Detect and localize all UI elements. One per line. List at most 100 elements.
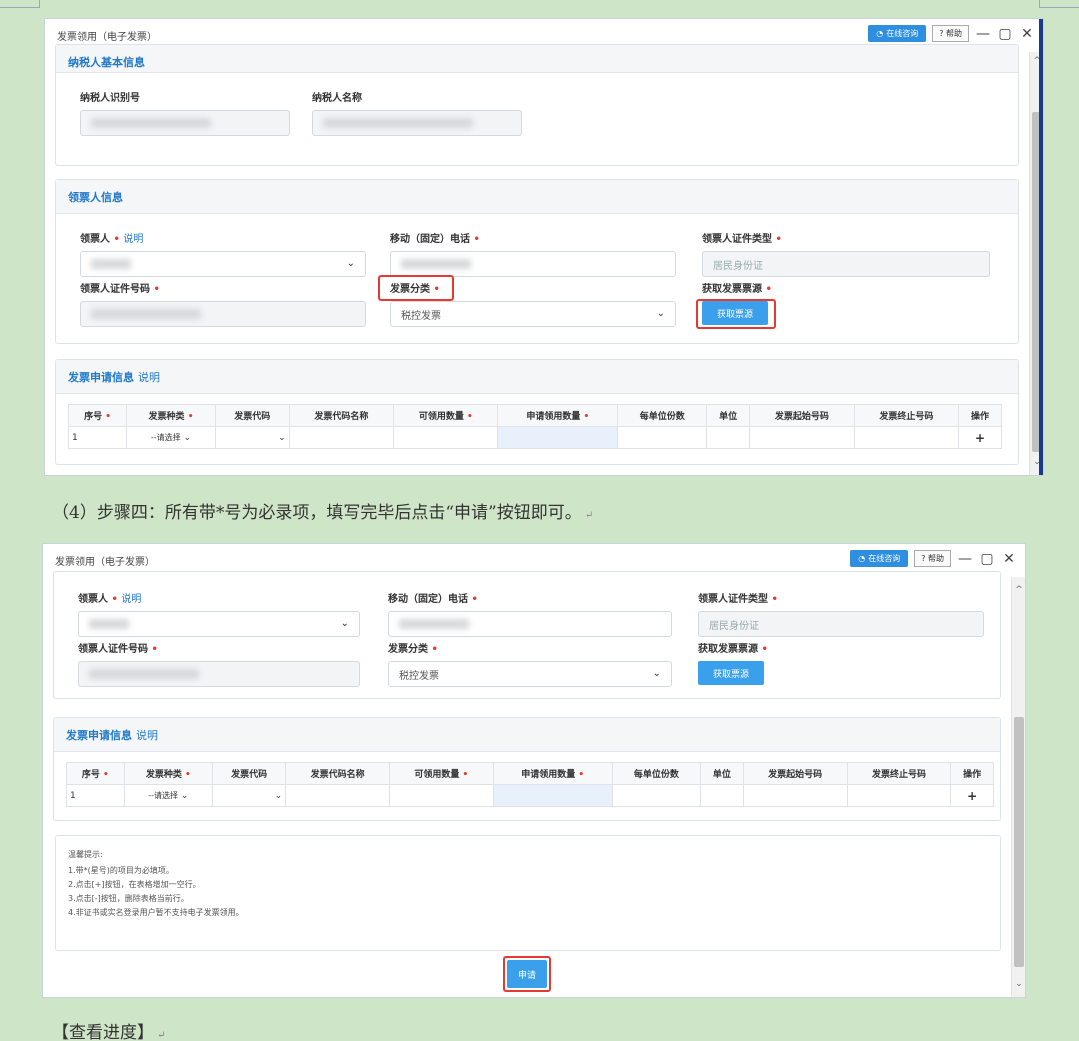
tips-item: 2.点击[+]按钮，在表格增加一空行。 [68,880,201,889]
source-label: 获取发票票源 [698,644,758,655]
scroll-down-icon[interactable]: ⌄ [1012,979,1025,989]
panel-title: 发票申请信息 [68,370,134,384]
id-type-input: 居民身份证 [698,611,984,637]
chevron-down-icon: ⌄ [278,432,286,443]
receiver-select[interactable]: ⌄ [80,251,366,277]
tips-item: 4.非证书或实名登录用户暂不支持电子发票领用。 [68,908,244,917]
highlight-box [378,275,454,301]
step-caption: （4）步骤四：所有带*号为必录项，填写完毕后点击“申请”按钮即可。 ↵ [52,503,594,523]
get-source-button[interactable]: 获取票源 [698,661,764,685]
table-cell [700,784,744,807]
table-cell [853,426,960,449]
source-field: 获取发票票源 • 获取票源 [698,640,768,685]
column-header: 发票起始号码 [742,762,848,785]
add-row-button[interactable]: + [958,426,1002,449]
chevron-down-icon: ⌄ [656,308,665,319]
taxpayer-id-input [80,110,290,136]
restore-icon[interactable]: ▢ [979,551,995,567]
phone-input[interactable] [388,611,672,637]
window-title: 发票领用（电子发票） [55,557,155,568]
table-cell [846,784,952,807]
invoice-type-select[interactable]: --请选择 ⌄ [123,784,214,807]
chevron-down-icon: ⌄ [652,668,661,679]
column-header: 操作 [958,404,1002,427]
column-header: 发票代码 [214,404,290,427]
panel-title: 纳税人基本信息 [56,45,1018,73]
column-header: 发票种类 • [123,762,214,785]
table-cell [393,426,499,449]
receiver-field: 领票人 • 说明 ⌄ [80,230,366,277]
chevron-down-icon: ⌄ [180,433,192,443]
phone-input[interactable] [390,251,676,277]
table-cell [285,784,391,807]
invoice-type-select[interactable]: --请选择 ⌄ [126,426,216,449]
id-no-label: 领票人证件号码 [80,284,150,295]
column-header: 单位 [706,404,751,427]
online-consult-button[interactable]: ◔ 在线咨询 [868,25,927,42]
column-header: 发票终止号码 [846,762,952,785]
taxpayer-panel: 纳税人基本信息 纳税人识别号 纳税人名称 [55,44,1019,166]
phone-label: 移动（固定）电话 [390,234,470,245]
headset-icon: ◔ [876,29,884,38]
receiver-select[interactable]: ⌄ [78,611,360,637]
restore-icon[interactable]: ▢ [997,26,1013,42]
next-heading: 【查看进度】 ↵ [52,1023,166,1041]
receiver-note-link[interactable]: 说明 [121,594,141,605]
id-no-field: 领票人证件号码 • [78,640,360,687]
close-icon[interactable]: ✕ [1001,551,1017,567]
receiver-note-link[interactable]: 说明 [123,234,143,245]
taxpayer-id-field: 纳税人识别号 [80,89,290,136]
window-edge [1039,19,1043,475]
column-header: 发票终止号码 [853,404,960,427]
window-body: 领票人 • 说明 ⌄ 移动（固定）电话 • 领票人证件类型 • 居民身份证 领票… [43,571,1011,997]
phone-label: 移动（固定）电话 [388,594,468,605]
add-row-button[interactable]: + [950,784,994,807]
window-body: 纳税人基本信息 纳税人识别号 纳税人名称 领票人信息 领票人 • 说明 ⌄ 移动… [45,44,1029,475]
phone-field: 移动（固定）电话 • [388,590,672,637]
taxpayer-name-input [312,110,522,136]
column-header: 发票代码名称 [285,762,391,785]
scroll-up-icon[interactable]: ^ [1012,585,1025,595]
paragraph-mark-icon: ↵ [154,1030,166,1041]
table-cell [749,426,855,449]
receiver-label: 领票人 [78,594,108,605]
apply-note-link[interactable]: 说明 [138,369,160,385]
table-cell: 1 [66,784,125,807]
category-select[interactable]: 税控发票 ⌄ [388,661,672,687]
id-no-input [80,301,366,327]
category-select[interactable]: 税控发票 ⌄ [390,301,676,327]
invoice-code-select[interactable]: ⌄ [212,784,287,807]
table-cell [389,784,494,807]
minimize-icon[interactable]: — [975,26,991,42]
minimize-icon[interactable]: — [957,551,973,567]
phone-field: 移动（固定）电话 • [390,230,676,277]
column-header: 序号 • [66,762,125,785]
chevron-down-icon: ⌄ [178,791,189,801]
tips-item: 3.点击[-]按钮，删除表格当前行。 [68,894,189,903]
apply-note-link[interactable]: 说明 [136,727,158,743]
vertical-scrollbar[interactable]: ^ ⌄ [1011,577,1025,997]
column-header: 申请领用数量 • [492,762,613,785]
apply-panel: 发票申请信息 说明 序号 • 发票种类 • 发票代码 发票代码名称 可领用数量 • 申请领用… [53,717,1001,821]
close-icon[interactable]: ✕ [1019,26,1035,42]
invoice-code-select[interactable]: ⌄ [214,426,290,449]
column-header: 发票种类 • [126,404,216,427]
column-header: 发票代码 [212,762,287,785]
category-label: 发票分类 [388,644,428,655]
paragraph-mark-icon: ↵ [581,510,594,521]
panel-title: 领票人信息 [56,180,1018,214]
id-no-label: 领票人证件号码 [78,644,148,655]
help-button[interactable]: ? 帮助 [914,550,951,567]
apply-quantity-input[interactable] [497,426,619,449]
table-row: 1 --请选择 ⌄ ⌄ + [66,784,994,807]
scroll-thumb[interactable] [1014,717,1024,967]
screenshot-2: 发票领用（电子发票） ◔ 在线咨询 ? 帮助 — ▢ ✕ 领票人 • 说明 ⌄ 移… [42,543,1026,998]
apply-quantity-input[interactable] [492,784,613,807]
online-consult-button[interactable]: ◔ 在线咨询 [850,550,909,567]
apply-table: 序号 • 发票种类 • 发票代码 发票代码名称 可领用数量 • 申请领用数量 • 每单位份数… [67,404,1002,449]
highlight-box [503,956,551,992]
chevron-down-icon: ⌄ [346,258,355,269]
source-label: 获取发票票源 [702,284,762,295]
taxpayer-name-field: 纳税人名称 [312,89,522,136]
help-button[interactable]: ? 帮助 [932,25,969,42]
